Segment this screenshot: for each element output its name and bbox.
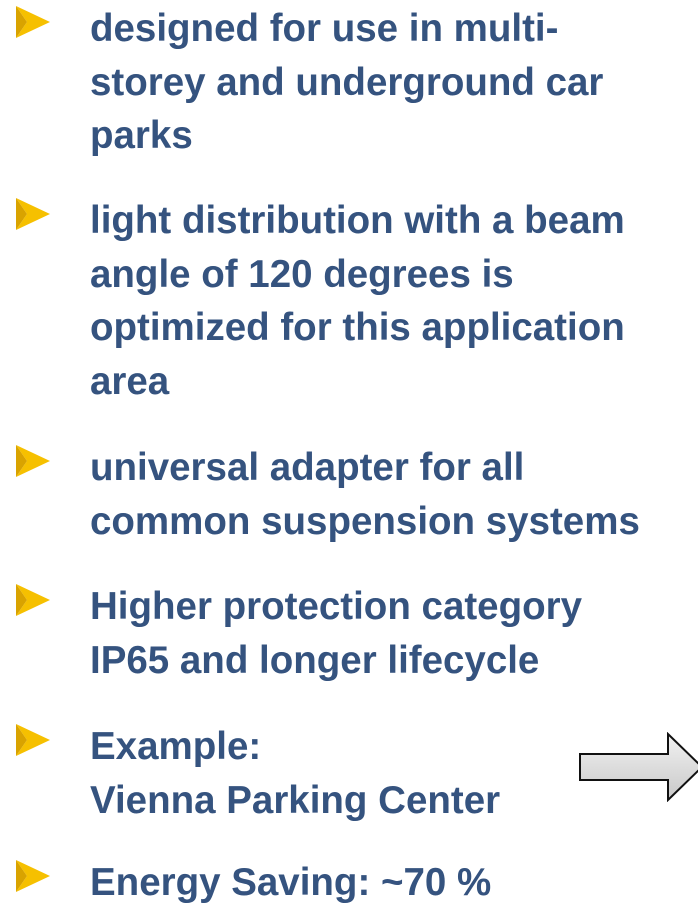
bullet-arrow-icon xyxy=(16,198,50,230)
bullet-line: designed for use in multi- xyxy=(90,7,559,50)
bullet-line: Vienna Parking Center xyxy=(90,778,501,822)
bullet-line: IP65 and longer lifecycle xyxy=(90,638,540,682)
bullet-line: universal adapter for all xyxy=(90,446,525,489)
bullet-text: designed for use in multi- storey and un… xyxy=(90,2,698,163)
bullet-line: storey and underground car xyxy=(90,60,604,104)
bullet-text: Higher protection category IP65 and long… xyxy=(90,580,698,687)
bullet-text: Energy Saving: ~70 % xyxy=(90,856,698,910)
bullet-arrow-icon xyxy=(16,445,50,477)
bullet-line: parks xyxy=(90,114,193,157)
bullet-arrow-icon xyxy=(16,724,50,756)
bullet-line: light distribution with a beam xyxy=(90,199,625,242)
bullet-text: universal adapter for all common suspens… xyxy=(90,441,698,548)
bullet-line: angle of 120 degrees is xyxy=(90,252,514,296)
bullet-line: area xyxy=(90,359,170,403)
bullet-line: Energy Saving: ~70 % xyxy=(90,861,492,904)
bullet-arrow-icon xyxy=(16,860,50,892)
bullet-line: optimized for this application xyxy=(90,306,625,349)
bullet-arrow-icon xyxy=(16,6,50,38)
pointer-arrow-icon xyxy=(579,732,698,802)
bullet-arrow-icon xyxy=(16,584,50,616)
bullet-line: Higher protection category xyxy=(90,585,583,628)
bullet-text: light distribution with a beam angle of … xyxy=(90,194,698,408)
bullet-line: Example: xyxy=(90,725,262,768)
bullet-line: common suspension systems xyxy=(90,499,640,543)
